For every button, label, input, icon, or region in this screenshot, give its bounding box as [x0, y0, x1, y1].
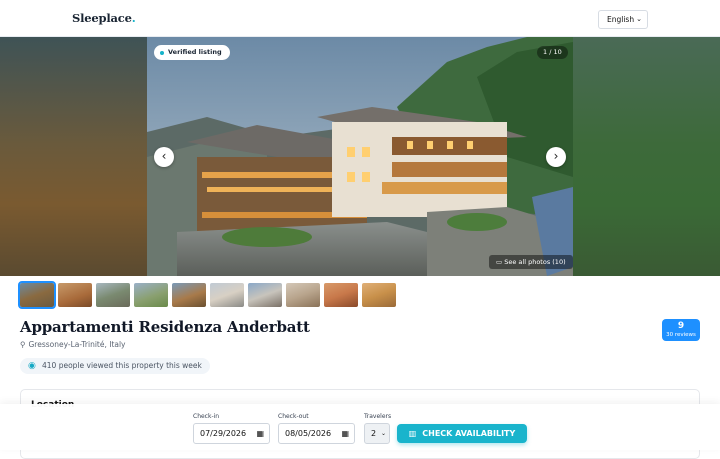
- gallery-blur-right: [573, 37, 720, 276]
- chalet-photo: [147, 37, 573, 276]
- gallery-blur-left: [0, 37, 147, 276]
- booking-bar: Check-in 07/29/2026 ▦ Check-out 08/05/20…: [0, 404, 720, 450]
- building-icon: ▥: [408, 429, 417, 438]
- chevron-down-icon: ⌄: [380, 430, 386, 437]
- chevron-down-icon: ⌄: [636, 15, 642, 23]
- checkin-date-input[interactable]: 07/29/2026 ▦: [193, 423, 270, 444]
- thumbnail[interactable]: [172, 283, 206, 307]
- travelers-select[interactable]: 2 ⌄: [364, 423, 390, 444]
- thumbnail[interactable]: [324, 283, 358, 307]
- thumbnail[interactable]: [134, 283, 168, 307]
- checkout-label: Check-out: [278, 413, 309, 420]
- thumbnail[interactable]: [18, 281, 56, 309]
- calendar-icon[interactable]: ▦: [341, 424, 349, 443]
- language-value: English: [607, 15, 635, 24]
- thumbnail[interactable]: [362, 283, 396, 307]
- checkin-label: Check-in: [193, 413, 220, 420]
- thumbnail[interactable]: [286, 283, 320, 307]
- verified-badge: Verified listing: [154, 45, 230, 60]
- views-notice: ◉ 410 people viewed this property this we…: [20, 358, 210, 374]
- see-all-photos-button[interactable]: ▭ See all photos (10): [489, 255, 573, 269]
- photo-counter: 1 / 10: [537, 46, 568, 59]
- thumbnail[interactable]: [210, 283, 244, 307]
- travelers-label: Travelers: [364, 413, 392, 420]
- property-title: Appartamenti Residenza Anderbatt: [20, 318, 310, 336]
- check-availability-button[interactable]: ▥ CHECK AVAILABILITY: [397, 424, 527, 443]
- calendar-icon[interactable]: ▦: [256, 424, 264, 443]
- thumbnail[interactable]: [58, 283, 92, 307]
- property-location: ⚲ Gressoney-La-Trinité, Italy: [20, 340, 126, 349]
- language-select[interactable]: English ⌄: [598, 10, 648, 29]
- chevron-right-icon[interactable]: ›: [546, 147, 566, 167]
- rating-badge[interactable]: 9 30 reviews: [662, 319, 700, 341]
- main-photo[interactable]: [147, 37, 573, 276]
- chevron-left-icon[interactable]: ‹: [154, 147, 174, 167]
- review-count: 30 reviews: [666, 332, 696, 338]
- checkout-date-input[interactable]: 08/05/2026 ▦: [278, 423, 355, 444]
- gallery-icon: ▭: [496, 258, 505, 266]
- logo[interactable]: Sleeplace.: [72, 11, 136, 25]
- photo-gallery: Verified listing 1 / 10 ‹ › ▭ See all ph…: [0, 37, 720, 276]
- thumbnail[interactable]: [96, 283, 130, 307]
- map-pin-icon: ⚲: [20, 340, 26, 349]
- eye-icon: ◉: [28, 361, 36, 371]
- thumbnail[interactable]: [248, 283, 282, 307]
- site-header: Sleeplace. English ⌄: [0, 0, 720, 37]
- carousel-indicators: [155, 268, 179, 271]
- rating-score: 9: [677, 321, 685, 331]
